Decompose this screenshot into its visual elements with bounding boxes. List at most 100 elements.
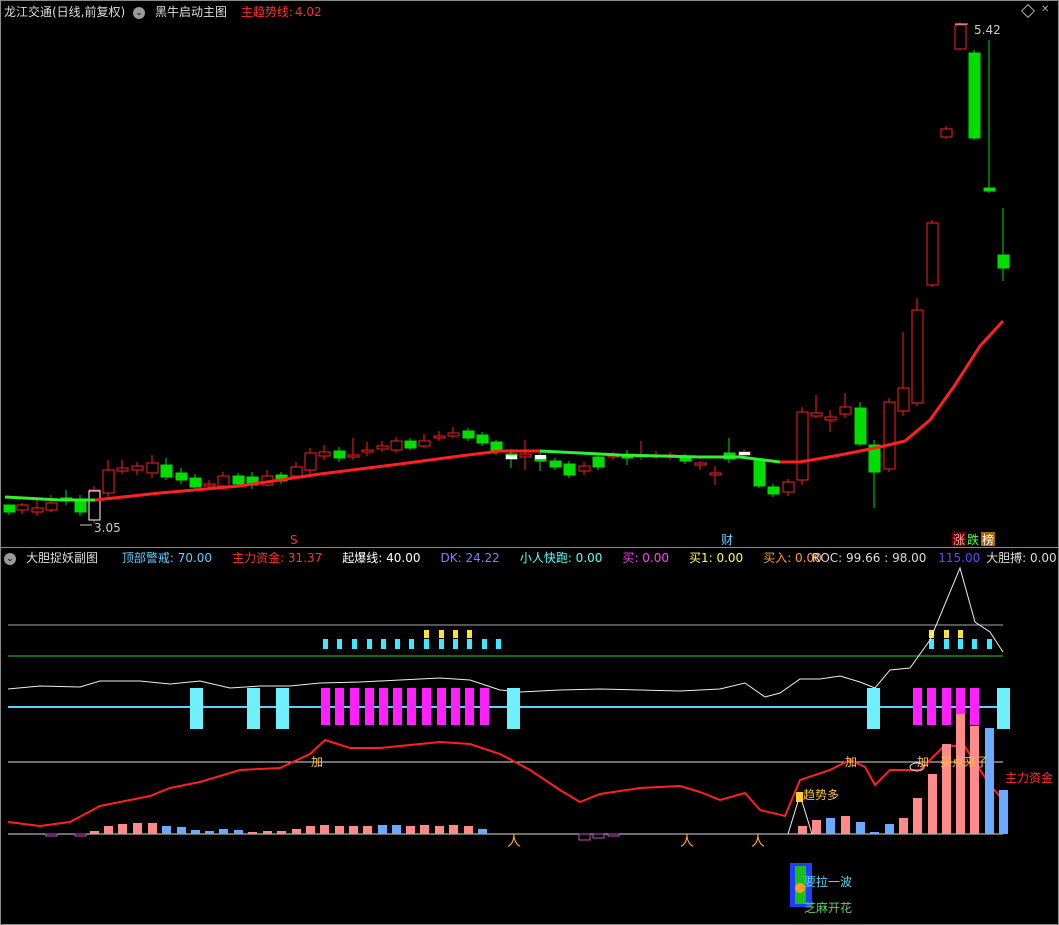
- hist-bar-23: [392, 825, 401, 834]
- hist-bar-0: [45, 833, 58, 837]
- magenta-block-13: [927, 688, 936, 725]
- cyan-block-0: [190, 688, 203, 729]
- candle-body-24: [347, 454, 360, 458]
- hist-bar-28: [464, 826, 473, 834]
- candle-body-48: [694, 462, 707, 466]
- candle-body-49: [709, 472, 722, 476]
- hist-bar-9: [191, 830, 200, 834]
- magenta-block-2: [350, 688, 359, 725]
- candle-body-67: [968, 52, 981, 139]
- candle-body-7: [102, 469, 115, 494]
- magenta-block-9: [451, 688, 460, 725]
- candle-body-65: [940, 128, 953, 138]
- hist-bar-34: [812, 820, 821, 834]
- hist-bar-38: [870, 832, 879, 834]
- cyan-tick-14: [944, 639, 949, 649]
- cyan-block-3: [507, 688, 520, 729]
- candle-body-59: [854, 407, 867, 445]
- candle-body-2: [31, 507, 44, 513]
- candle-body-28: [404, 440, 417, 449]
- candle-body-12: [175, 472, 188, 481]
- candle-body-66: [954, 24, 967, 50]
- annotation-yaolayibo: 要拉一波: [804, 874, 852, 889]
- magenta-block-8: [437, 688, 446, 725]
- yellow-tick-6: [958, 630, 963, 638]
- candle-body-14: [203, 483, 216, 487]
- annotation-jia-3: 加: [917, 755, 929, 769]
- annotation-qushiduo: 趋势多: [803, 788, 839, 802]
- candle-body-68: [983, 187, 996, 192]
- hist-bar-17: [306, 826, 315, 834]
- qushiduo-marker: [796, 792, 803, 802]
- cyan-tick-4: [381, 639, 386, 649]
- candle-body-1: [16, 504, 29, 511]
- hist-bar-26: [435, 826, 444, 834]
- cyan-block-4: [867, 688, 880, 729]
- hist-bar-15: [277, 831, 286, 834]
- cyan-tick-12: [496, 639, 501, 649]
- s-marker: S: [290, 533, 298, 547]
- magenta-block-11: [480, 688, 489, 725]
- candle-body-41: [592, 456, 605, 468]
- candle-body-22: [318, 451, 331, 457]
- magenta-block-7: [422, 688, 431, 725]
- candle-body-54: [782, 481, 795, 493]
- candle-body-57: [824, 416, 837, 421]
- magenta-block-6: [407, 688, 416, 725]
- candle-body-56: [810, 412, 823, 417]
- hist-bar-47: [999, 790, 1008, 834]
- candle-body-58: [839, 406, 852, 415]
- annotation-zhulizijin: 主力资金: [1005, 770, 1053, 785]
- hist-bar-41: [913, 798, 922, 834]
- yellow-tick-3: [467, 630, 472, 638]
- cyan-block-1: [247, 688, 260, 729]
- doji-candle-0: [506, 455, 517, 459]
- cyan-tick-3: [367, 639, 372, 649]
- candle-body-32: [462, 430, 475, 439]
- cyan-tick-17: [987, 639, 992, 649]
- magenta-block-12: [913, 688, 922, 725]
- hist-bar-4: [118, 824, 127, 834]
- candle-body-31: [447, 432, 460, 437]
- hist-bar-30: [578, 833, 591, 841]
- cyan-tick-8: [439, 639, 444, 649]
- candle-body-21: [304, 452, 317, 471]
- cyan-tick-2: [352, 639, 357, 649]
- hist-bar-45: [970, 726, 979, 834]
- hist-bar-11: [219, 829, 228, 834]
- candle-body-52: [753, 459, 766, 487]
- hist-bar-5: [133, 823, 142, 834]
- candle-body-27: [390, 440, 403, 451]
- candle-body-10: [146, 462, 159, 474]
- candle-body-40: [578, 465, 591, 472]
- candle-body-33: [476, 434, 489, 444]
- hist-bar-36: [841, 816, 850, 834]
- hist-bar-25: [420, 825, 429, 834]
- min-price-label: 3.05: [94, 521, 121, 535]
- hist-bar-10: [205, 831, 214, 834]
- candle-body-55: [796, 411, 809, 481]
- magenta-block-14: [942, 688, 951, 725]
- hist-bar-6: [148, 823, 157, 834]
- cyan-tick-1: [337, 639, 342, 649]
- die-marker: 跌: [967, 532, 979, 547]
- runner-icon-2: 人: [751, 834, 765, 850]
- candle-body-64: [926, 222, 939, 286]
- chart-canvas[interactable]: 5.423.05S 财涨跌榜人人人加加加买点来了主力资金趋势多要拉一波芝麻开花: [0, 0, 1059, 925]
- candle-body-8: [116, 467, 129, 472]
- max-price-label: 5.42: [974, 23, 1001, 37]
- hist-bar-22: [378, 825, 387, 834]
- candle-body-23: [333, 450, 346, 459]
- hist-bar-46: [985, 728, 994, 834]
- candle-body-29: [418, 440, 431, 447]
- magenta-block-16: [970, 688, 979, 725]
- hist-bar-21: [363, 826, 372, 834]
- candle-body-25: [361, 449, 374, 453]
- bang-marker: 榜: [982, 532, 994, 547]
- hist-bar-12: [234, 830, 243, 834]
- trend-line-green-0: [4, 495, 95, 502]
- candle-body-9: [131, 465, 144, 471]
- candle-body-13: [189, 477, 202, 488]
- hist-bar-3: [104, 826, 113, 834]
- magenta-block-10: [465, 688, 474, 725]
